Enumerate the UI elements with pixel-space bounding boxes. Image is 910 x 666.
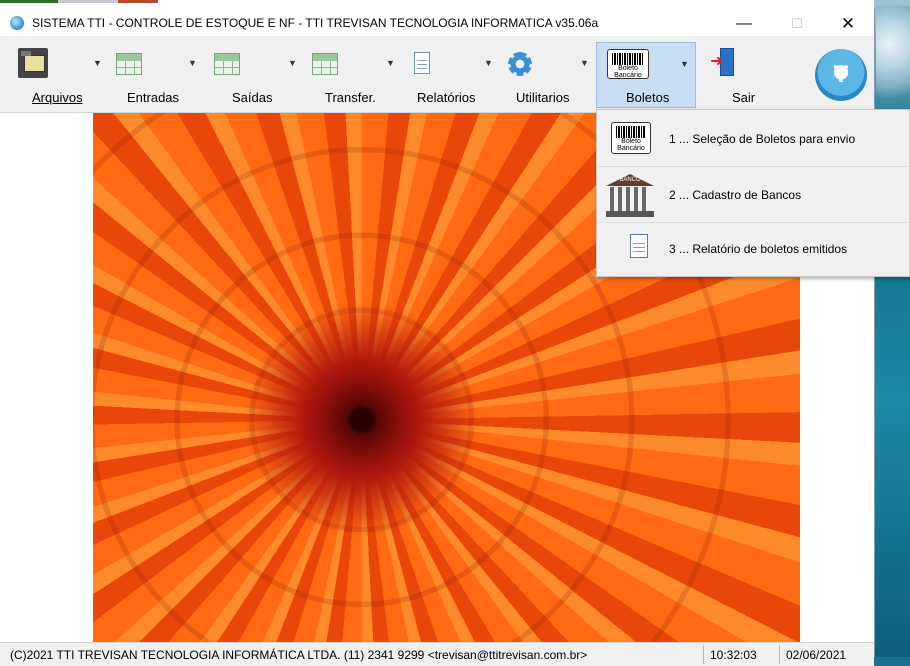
company-logo: T xyxy=(815,49,867,101)
window-title: SISTEMA TTI - CONTROLE DE ESTOQUE E NF -… xyxy=(32,16,599,30)
toolbar-arquivos[interactable]: ▼ Arquivos xyxy=(8,44,102,106)
bank-icon: BANCO xyxy=(606,174,654,218)
toolbar-label: Utilitarios xyxy=(516,90,570,105)
exit-door-icon: ➜ xyxy=(710,48,736,76)
toolbar-label: Transfer. xyxy=(325,90,376,105)
chevron-down-icon[interactable]: ▼ xyxy=(680,59,689,69)
toolbar-utilitarios[interactable]: ▼ Utilitarios xyxy=(502,44,594,106)
toolbar-sair[interactable]: ➜ Sair xyxy=(704,44,784,106)
toolbar-entradas[interactable]: ▼ Entradas xyxy=(108,44,200,106)
menu-item-cadastro-bancos[interactable]: BANCO 2 ... Cadastro de Bancos xyxy=(597,168,909,223)
taskbar-strip xyxy=(0,0,874,8)
app-icon[interactable] xyxy=(10,16,24,30)
chevron-down-icon[interactable]: ▼ xyxy=(93,58,102,68)
boletos-dropdown-menu: Boleto Bancário 1 ... Seleção de Boletos… xyxy=(596,109,910,277)
barcode-icon-text: Boleto Bancário xyxy=(614,65,642,79)
close-button[interactable]: ✕ xyxy=(825,13,871,35)
menu-item-selecao-boletos[interactable]: Boleto Bancário 1 ... Seleção de Boletos… xyxy=(597,112,909,167)
gear-icon xyxy=(508,52,532,76)
chevron-down-icon[interactable]: ▼ xyxy=(484,58,493,68)
menu-item-label: 3 ... Relatório de boletos emitidos xyxy=(669,242,848,256)
bank-icon-text: BANCO xyxy=(619,177,641,183)
desktop-wallpaper-detail xyxy=(876,6,910,101)
toolbar-transfer[interactable]: ▼ Transfer. xyxy=(306,44,398,106)
toolbar-boletos[interactable]: Boleto Bancário ▼ Boletos xyxy=(596,42,696,108)
maximize-button[interactable]: ☐ xyxy=(774,13,820,35)
title-bar[interactable]: SISTEMA TTI - CONTROLE DE ESTOQUE E NF -… xyxy=(0,8,874,36)
toolbar-label: Boletos xyxy=(626,90,670,105)
status-time: 10:32:03 xyxy=(710,648,757,662)
document-icon xyxy=(414,52,430,74)
barcode-icon: Boleto Bancário xyxy=(607,49,649,79)
grid-icon xyxy=(312,53,338,75)
barcode-icon: Boleto Bancário xyxy=(611,122,651,154)
chevron-down-icon[interactable]: ▼ xyxy=(580,58,589,68)
menu-item-label: 1 ... Seleção de Boletos para envio xyxy=(669,132,856,146)
grid-icon xyxy=(116,53,142,75)
menu-item-label: 2 ... Cadastro de Bancos xyxy=(669,188,802,202)
toolbar-label: Saídas xyxy=(232,90,273,105)
logo-glyph: T xyxy=(833,61,849,88)
toolbar-label: Arquivos xyxy=(32,90,83,105)
main-toolbar: ▼ Arquivos ▼ Entradas ▼ Saídas ▼ Transfe… xyxy=(0,36,874,113)
toolbar-label: Relatórios xyxy=(417,90,476,105)
barcode-icon-text: Boleto Bancário xyxy=(617,138,645,152)
desktop-background xyxy=(874,0,910,657)
file-cabinet-icon xyxy=(18,48,48,78)
chevron-down-icon[interactable]: ▼ xyxy=(188,58,197,68)
chevron-down-icon[interactable]: ▼ xyxy=(288,58,297,68)
minimize-button[interactable]: — xyxy=(721,13,767,35)
grid-icon xyxy=(214,53,240,75)
status-date: 02/06/2021 xyxy=(786,648,847,662)
chevron-down-icon[interactable]: ▼ xyxy=(386,58,395,68)
status-bar: (C)2021 TTI TREVISAN TECNOLOGIA INFORMÁT… xyxy=(0,642,874,666)
toolbar-label: Sair xyxy=(732,90,756,105)
toolbar-relatorios[interactable]: ▼ Relatórios xyxy=(406,44,498,106)
toolbar-saidas[interactable]: ▼ Saídas xyxy=(208,44,300,106)
toolbar-label: Entradas xyxy=(127,90,180,105)
status-copyright: (C)2021 TTI TREVISAN TECNOLOGIA INFORMÁT… xyxy=(10,648,588,662)
app-window: SISTEMA TTI - CONTROLE DE ESTOQUE E NF -… xyxy=(0,8,875,666)
menu-item-relatorio-boletos[interactable]: 3 ... Relatório de boletos emitidos xyxy=(597,222,909,276)
document-icon xyxy=(630,234,648,258)
